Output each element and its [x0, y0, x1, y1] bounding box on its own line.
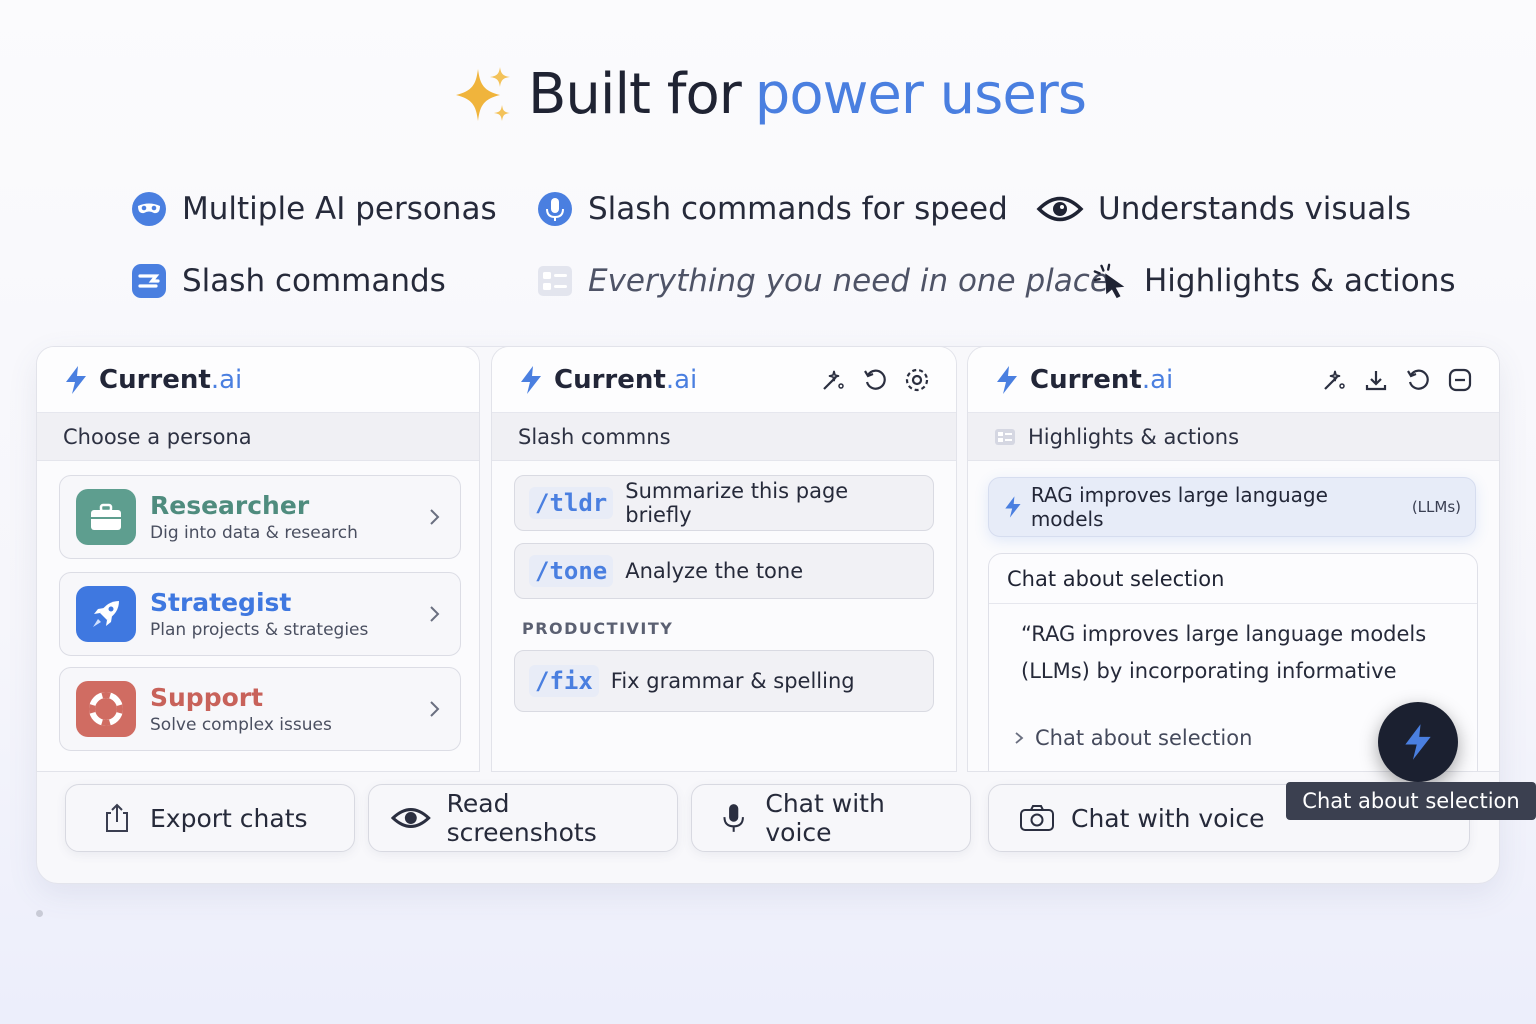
feature-label: Highlights & actions [1144, 263, 1456, 299]
feature-one-place: Everything you need in one place [536, 262, 1109, 300]
refresh-icon[interactable] [1405, 367, 1431, 393]
slash-panel: Current.ai Slash commns /tldr Summarize … [491, 346, 957, 772]
command-desc: Analyze the tone [625, 559, 804, 583]
highlight-chip[interactable]: RAG improves large language models (LLMs… [988, 477, 1476, 537]
slash-icon [130, 262, 168, 300]
download-icon[interactable] [1363, 367, 1389, 393]
magic-wand-icon[interactable] [820, 367, 846, 393]
command-token: /fix [529, 665, 599, 697]
bolt-icon [66, 365, 86, 394]
cursor-click-icon [1092, 262, 1130, 300]
quote-line: “RAG improves large language models [1021, 622, 1427, 646]
chevron-right-icon [430, 701, 440, 717]
camera-icon [1020, 805, 1054, 831]
title-text: Built for [527, 62, 742, 127]
highlight-abbr: (LLMs) [1411, 498, 1461, 516]
header-actions [1321, 367, 1473, 393]
card-title: Chat about selection [989, 554, 1477, 604]
quick-action-button[interactable] [1378, 702, 1458, 782]
bolt-icon [1005, 496, 1021, 518]
sparkle-icon [455, 66, 510, 121]
microphone-icon [536, 190, 574, 228]
rocket-icon [76, 586, 136, 642]
export-chats-button[interactable]: Export chats [65, 784, 355, 852]
chat-with-voice-button[interactable]: Chat with voice [691, 784, 971, 852]
bolt-icon [1405, 724, 1431, 760]
selection-quote: “RAG improves large language models (LLM… [989, 604, 1477, 690]
feature-slash-speed: Slash commands for speed [536, 190, 1008, 228]
panel-header: Current.ai [492, 347, 956, 413]
minimize-icon[interactable] [1447, 367, 1473, 393]
command-desc: Summarize this page briefly [625, 479, 849, 527]
gear-icon[interactable] [904, 367, 930, 393]
layout-icon [536, 262, 574, 300]
decorative-dot [36, 910, 43, 917]
persona-name: Researcher [150, 491, 310, 520]
share-icon [106, 803, 128, 832]
button-label: Chat with voice [765, 789, 885, 847]
hero: Built for power users [0, 62, 1536, 131]
command-tone[interactable]: /tone Analyze the tone [514, 543, 934, 599]
command-desc: Fix grammar & spelling [610, 669, 855, 693]
persona-panel: Current.ai Choose a persona Researcher D… [36, 346, 480, 772]
persona-desc: Dig into data & research [150, 523, 358, 543]
feature-personas: Multiple AI personas [130, 190, 497, 228]
chat-about-selection-link[interactable]: Chat about selection [1013, 726, 1252, 750]
persona-desc: Solve complex issues [150, 715, 332, 735]
page-title: Built for power users [450, 62, 1087, 127]
persona-name: Support [150, 683, 264, 712]
feature-label: Slash commands [182, 263, 446, 299]
list-icon [995, 428, 1015, 445]
button-label: Read screenshots [446, 789, 597, 847]
quote-line: (LLMs) by incorporating informative [1021, 659, 1397, 683]
persona-name: Strategist [150, 588, 292, 617]
persona-desc: Plan projects & strategies [150, 620, 369, 640]
feature-highlights: Highlights & actions [1092, 262, 1456, 300]
eye-icon [391, 808, 431, 828]
command-token: /tone [529, 555, 614, 587]
persona-strategist[interactable]: Strategist Plan projects & strategies [59, 572, 461, 656]
panel-header: Current.ai [37, 347, 479, 413]
tooltip: Chat about selection [1286, 782, 1536, 820]
bolt-icon [521, 365, 541, 394]
feature-label: Multiple AI personas [182, 191, 497, 227]
chevron-right-icon [1015, 732, 1024, 744]
button-label: Export chats [150, 803, 308, 833]
title-accent: power users [754, 62, 1087, 127]
briefcase-icon [76, 489, 136, 545]
lifebuoy-icon [76, 681, 136, 737]
mask-icon [130, 190, 168, 228]
panel-subheader: Slash commns [492, 413, 956, 461]
link-label: Chat about selection [1035, 726, 1253, 750]
feature-label: Slash commands for speed [588, 191, 1008, 227]
eye-icon [1036, 190, 1084, 228]
chevron-right-icon [430, 606, 440, 622]
magic-wand-icon[interactable] [1321, 367, 1347, 393]
read-screenshots-button[interactable]: Read screenshots [368, 784, 678, 852]
panel-subheader: Highlights & actions [968, 413, 1499, 461]
command-tldr[interactable]: /tldr Summarize this page briefly [514, 475, 934, 531]
brand-logo: Current.ai [1030, 364, 1174, 395]
panel-subheader: Choose a persona [37, 413, 479, 461]
bolt-icon [997, 365, 1017, 394]
panel-header: Current.ai [968, 347, 1499, 413]
persona-support[interactable]: Support Solve complex issues [59, 667, 461, 751]
feature-slash: Slash commands [130, 262, 446, 300]
refresh-icon[interactable] [862, 367, 888, 393]
microphone-icon [723, 804, 744, 832]
button-label: Chat with voice [1071, 803, 1265, 833]
feature-label: Everything you need in one place [588, 263, 1109, 299]
brand-logo: Current.ai [554, 364, 698, 395]
highlight-text: RAG improves large language models [1030, 483, 1328, 531]
chevron-right-icon [430, 509, 440, 525]
feature-visuals: Understands visuals [1036, 190, 1411, 228]
subheader-label: Highlights & actions [1028, 424, 1240, 449]
command-token: /tldr [529, 487, 614, 519]
command-fix[interactable]: /fix Fix grammar & spelling [514, 650, 934, 712]
brand-logo: Current.ai [99, 364, 243, 395]
feature-label: Understands visuals [1098, 191, 1411, 227]
section-label: PRODUCTIVITY [522, 619, 674, 638]
persona-researcher[interactable]: Researcher Dig into data & research [59, 475, 461, 559]
header-actions [820, 367, 930, 393]
